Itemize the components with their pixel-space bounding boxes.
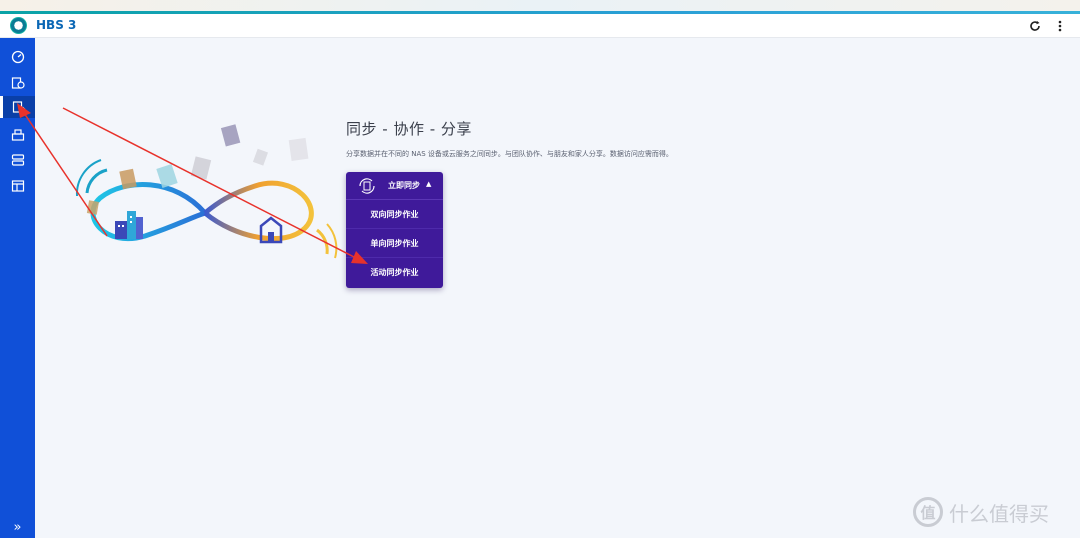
more-vertical-icon[interactable] [1050, 16, 1070, 36]
title-bar: HBS 3 [0, 14, 1080, 38]
sync-now-button[interactable]: 立即同步 ▲ [346, 172, 443, 200]
dashboard-icon [11, 50, 24, 64]
menu-item-one-way-sync[interactable]: 单向同步作业 [346, 229, 443, 258]
hbs-logo-icon [10, 17, 27, 34]
logs-icon [11, 180, 24, 192]
backup-restore-icon [11, 77, 25, 89]
sync-now-label: 立即同步 [388, 181, 420, 190]
sidebar-item-services[interactable] [0, 124, 35, 146]
sync-icon [12, 101, 26, 113]
caret-up-icon: ▲ [426, 180, 432, 188]
sync-now-dropdown: 立即同步 ▲ 双向同步作业 单向同步作业 活动同步作业 [346, 172, 443, 288]
menu-item-active-sync[interactable]: 活动同步作业 [346, 258, 443, 287]
sidebar-item-dashboard[interactable] [0, 46, 35, 68]
sidebar-item-storage[interactable] [0, 149, 35, 171]
watermark-logo-icon: 值 [913, 497, 943, 527]
watermark: 值 什么值得买 [913, 497, 1049, 527]
app-title: HBS 3 [36, 18, 77, 32]
sidebar-item-logs[interactable] [0, 175, 35, 197]
services-icon [11, 129, 24, 141]
hero-description: 分享数据并在不同的 NAS 设备或云服务之间同步。与团队协作、与朋友和家人分享。… [346, 150, 673, 158]
sync-illustration [75, 124, 338, 259]
sidebar-item-sync[interactable] [0, 96, 35, 118]
sidebar-expand-icon[interactable]: » [0, 516, 35, 538]
sidebar-item-backup-restore[interactable] [0, 72, 35, 94]
refresh-icon[interactable] [1025, 16, 1045, 36]
main-content: 同步 - 协作 - 分享 分享数据并在不同的 NAS 设备或云服务之间同步。与团… [35, 38, 1080, 538]
app-window: HBS 3 » 同步 - 协作 - 分享 分享数据并在不同的 NAS 设备或云服… [0, 0, 1080, 538]
menu-item-two-way-sync[interactable]: 双向同步作业 [346, 200, 443, 229]
watermark-text: 什么值得买 [949, 501, 1049, 526]
hero-title: 同步 - 协作 - 分享 [346, 120, 472, 138]
sidebar: » [0, 38, 35, 538]
storage-icon [11, 154, 24, 166]
sync-now-icon [359, 178, 375, 194]
